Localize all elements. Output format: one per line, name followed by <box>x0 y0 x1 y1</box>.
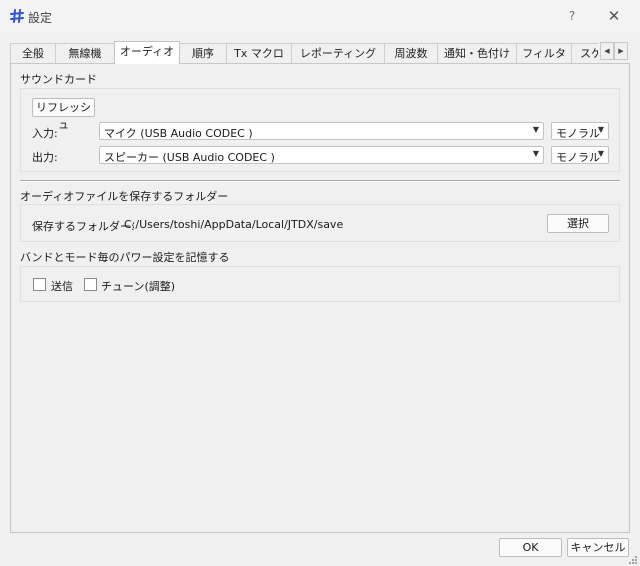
transmit-checkbox[interactable] <box>33 278 46 291</box>
output-channel-select[interactable]: モノラル ▼ <box>551 146 609 164</box>
audio-tab-page: サウンドカード リフレッシュ 入力: マイク (USB Audio CODEC … <box>10 63 630 533</box>
separator <box>20 180 620 182</box>
save-folder-group-title: オーディオファイルを保存するフォルダー <box>20 190 229 203</box>
tab-frequencies[interactable]: 周波数 <box>384 43 438 64</box>
close-button[interactable]: ✕ <box>598 4 630 28</box>
select-folder-button[interactable]: 選択 <box>547 214 609 233</box>
title-bar <box>0 0 640 32</box>
help-button[interactable]: ? <box>560 4 584 28</box>
output-label: 出力: <box>32 151 58 164</box>
tab-sequence[interactable]: 順序 <box>179 43 227 64</box>
cancel-button[interactable]: キャンセル <box>567 538 629 557</box>
band-power-group-title: バンドとモード毎のパワー設定を記憶する <box>20 251 230 264</box>
save-folder-label: 保存するフォルダー: <box>32 220 135 233</box>
tab-audio[interactable]: オーディオ <box>114 41 180 64</box>
output-channel-value: モノラル <box>556 151 600 164</box>
input-channel-value: モノラル <box>556 127 600 140</box>
input-device-select[interactable]: マイク (USB Audio CODEC ) ▼ <box>99 122 544 140</box>
tab-bar: 全般 無線機 オーディオ 順序 Tx マクロ レポーティング 周波数 通知・色付… <box>10 41 598 64</box>
tab-reporting[interactable]: レポーティング <box>291 43 385 64</box>
tab-scroll-right-button[interactable]: ▶ <box>614 42 628 60</box>
tune-label: チューン(調整) <box>101 280 176 293</box>
window-title: 設定 <box>28 11 53 25</box>
transmit-label: 送信 <box>51 280 73 293</box>
tab-radio[interactable]: 無線機 <box>55 43 115 64</box>
input-label: 入力: <box>32 127 58 140</box>
tab-notifications[interactable]: 通知・色付け <box>437 43 517 64</box>
refresh-button[interactable]: リフレッシュ <box>32 98 95 131</box>
input-device-value: マイク (USB Audio CODEC ) <box>104 127 253 140</box>
chevron-down-icon: ▼ <box>597 149 604 158</box>
soundcard-group-title: サウンドカード <box>20 73 97 86</box>
output-device-select[interactable]: スピーカー (USB Audio CODEC ) ▼ <box>99 146 544 164</box>
tab-filters[interactable]: フィルタ <box>516 43 572 64</box>
resize-grip-icon[interactable] <box>628 555 638 565</box>
app-icon <box>10 9 24 23</box>
ok-button[interactable]: OK <box>499 538 562 557</box>
input-channel-select[interactable]: モノラル ▼ <box>551 122 609 140</box>
tab-schedule[interactable]: スケ <box>571 43 598 64</box>
chevron-down-icon: ▼ <box>597 125 604 134</box>
chevron-down-icon: ▼ <box>532 125 539 134</box>
tune-checkbox[interactable] <box>84 278 97 291</box>
save-folder-path: C:/Users/toshi/AppData/Local/JTDX/save <box>124 218 344 231</box>
tab-tx-macros[interactable]: Tx マクロ <box>226 43 292 64</box>
chevron-down-icon: ▼ <box>532 149 539 158</box>
tab-general[interactable]: 全般 <box>10 43 56 64</box>
output-device-value: スピーカー (USB Audio CODEC ) <box>104 151 275 164</box>
tab-scroll-left-button[interactable]: ◀ <box>600 42 614 60</box>
